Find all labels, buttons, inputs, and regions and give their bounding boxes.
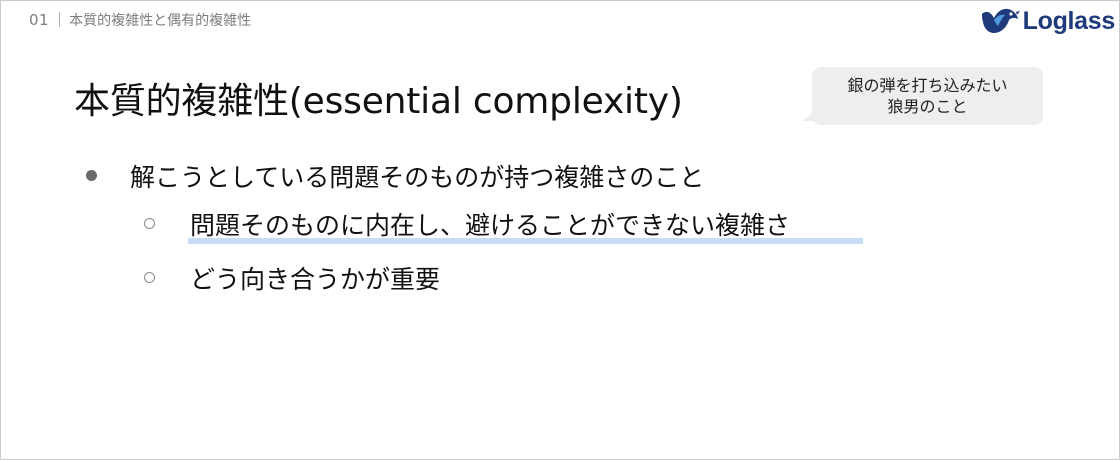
- bullet-list: 解こうとしている問題そのものが持つ複雑さのこと 問題そのものに内在し、避けること…: [1, 1, 1119, 459]
- bullet-text: どう向き合うかが重要: [190, 265, 441, 294]
- bullet-dot-icon: [86, 170, 97, 181]
- bullet-circle-icon: [144, 218, 155, 229]
- slide: 01 本質的複雑性と偶有的複雑性 Loglass 本質的複雑性(essential…: [0, 0, 1120, 460]
- bullet-text-highlighted: 問題そのものに内在し、避けることができない複雑さ: [190, 211, 791, 240]
- bullet-text: 解こうとしている問題そのものが持つ複雑さのこと: [130, 163, 705, 192]
- bullet-circle-icon: [144, 272, 155, 283]
